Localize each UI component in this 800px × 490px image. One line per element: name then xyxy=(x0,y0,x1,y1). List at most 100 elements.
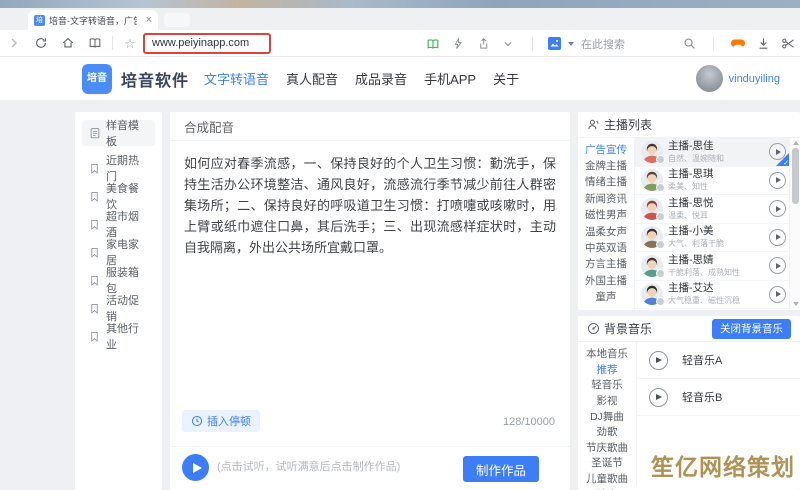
share-icon[interactable] xyxy=(474,35,492,53)
insert-pause-button[interactable]: 插入停顿 xyxy=(182,410,260,432)
search-input[interactable]: 在此搜索 xyxy=(581,36,673,52)
toolbar-divider xyxy=(112,36,113,50)
anchor-row[interactable]: 主播-思婧 干脆利落、成熟知性 xyxy=(635,252,789,281)
anchor-scrollbar[interactable] xyxy=(789,138,800,309)
sidebar-item-recent-hot[interactable]: 近期热门 xyxy=(75,154,162,182)
track-row[interactable]: 轻音乐B xyxy=(637,379,800,416)
track-play-button[interactable] xyxy=(649,388,668,407)
search-engine-caret-icon[interactable] xyxy=(568,42,574,46)
anchor-name: 主播-思婧 xyxy=(668,254,764,267)
address-bar[interactable]: www.peiyinapp.com xyxy=(143,33,271,54)
nav-finished-recordings[interactable]: 成品录音 xyxy=(355,69,407,88)
home-icon[interactable] xyxy=(59,34,77,52)
window-title-strip xyxy=(0,0,800,8)
anchor-name: 主播-思佳 xyxy=(668,140,764,153)
music-cat-local[interactable]: 本地音乐 xyxy=(578,346,636,362)
anchor-cat-ads[interactable]: 广告宣传 xyxy=(578,141,634,157)
anchor-cat-emotion[interactable]: 情绪主播 xyxy=(578,174,634,190)
music-cat-light[interactable]: 轻音乐 xyxy=(578,377,636,393)
scroll-up-icon[interactable] xyxy=(793,141,799,145)
track-play-button[interactable] xyxy=(649,351,668,370)
music-cat-uptempo[interactable]: 劲歌 xyxy=(578,424,636,440)
anchor-cat-gold[interactable]: 金牌主播 xyxy=(578,157,634,173)
anchor-row[interactable]: 主播-思悦 温柔、悦耳 xyxy=(635,195,789,224)
anchor-desc: 自然、温婉随和 xyxy=(668,153,764,164)
anchor-cat-bilingual[interactable]: 中英双语 xyxy=(578,239,634,255)
music-cat-christmas[interactable]: 圣诞节 xyxy=(578,455,636,471)
sidebar-header-label: 样音模板 xyxy=(106,117,148,149)
music-cat-recommended[interactable]: 推荐 xyxy=(578,362,636,378)
make-work-button[interactable]: 制作作品 xyxy=(463,456,539,482)
anchor-info: 主播-艾达 大气稳重、磁性沉稳 xyxy=(668,282,764,306)
nav-about[interactable]: 关于 xyxy=(493,69,519,88)
anchor-play-button[interactable] xyxy=(769,200,786,217)
anchor-cat-male[interactable]: 磁性男声 xyxy=(578,207,634,223)
anchor-play-button[interactable] xyxy=(769,286,786,303)
music-cat-children[interactable]: 儿童歌曲 xyxy=(578,471,636,487)
anchor-play-button[interactable] xyxy=(769,257,786,274)
search-engine-icon[interactable] xyxy=(548,37,561,50)
scroll-down-icon[interactable] xyxy=(793,302,799,306)
bookmark-icon xyxy=(89,219,100,230)
bookmark-icon xyxy=(89,331,100,342)
play-icon xyxy=(776,263,781,269)
anchor-row[interactable]: 主播-小美 大气、利落干脆 xyxy=(635,224,789,253)
anchor-play-button[interactable] xyxy=(769,172,786,189)
anchor-cat-dialect[interactable]: 方言主播 xyxy=(578,256,634,272)
template-sidebar: 样音模板 近期热门 美食餐饮 超市烟酒 家电家居 服装箱包 活动促销 其他行业 xyxy=(75,112,162,490)
anchor-cat-child[interactable]: 童声 xyxy=(578,289,634,305)
anchor-row[interactable]: 主播-思琪 柔美、知性 xyxy=(635,167,789,196)
nav-text-to-speech[interactable]: 文字转语音 xyxy=(204,69,269,88)
medal-badge-icon xyxy=(656,297,665,306)
tab-close-icon[interactable]: × xyxy=(146,15,152,26)
browser-tab[interactable]: 培音 培音-文字转语音，广告配音软 × xyxy=(28,10,158,30)
anchor-cat-female[interactable]: 温柔女声 xyxy=(578,223,634,239)
forward-icon[interactable] xyxy=(5,34,23,52)
anchor-person-icon xyxy=(587,118,600,131)
bookmark-icon xyxy=(89,191,100,202)
anchor-row[interactable]: 主播-艾达 大气稳重、磁性沉稳 xyxy=(635,281,789,310)
new-tab-button[interactable] xyxy=(164,13,190,27)
scrollbar-thumb[interactable] xyxy=(792,148,799,204)
nav-real-voice[interactable]: 真人配音 xyxy=(286,69,338,88)
sidebar-header-templates[interactable]: 样音模板 xyxy=(82,120,155,146)
anchor-info: 主播-思婧 干脆利落、成熟知性 xyxy=(668,254,764,278)
anchor-avatar xyxy=(641,226,663,248)
reading-list-icon[interactable] xyxy=(86,34,104,52)
username: vinduyiling xyxy=(729,73,780,85)
bookmark-star-icon[interactable]: ☆ xyxy=(121,34,139,52)
preview-play-button[interactable] xyxy=(182,454,209,481)
nav-mobile-app[interactable]: 手机APP xyxy=(424,69,476,88)
game-center-icon[interactable] xyxy=(729,35,747,53)
composer-textarea[interactable]: 如何应对春季流感，一、保持良好的个人卫生习惯：勤洗手，保持生活办公环境整洁、通风… xyxy=(170,141,570,270)
sidebar-item-appliances[interactable]: 家电家居 xyxy=(75,238,162,266)
download-icon[interactable] xyxy=(754,35,772,53)
app-logo[interactable]: 培音 xyxy=(82,64,112,94)
anchor-play-button[interactable] xyxy=(769,229,786,246)
track-row[interactable]: 轻音乐A xyxy=(637,342,800,379)
sidebar-item-supermarket[interactable]: 超市烟酒 xyxy=(75,210,162,238)
music-cat-dj[interactable]: DJ舞曲 xyxy=(578,408,636,424)
browser-toolbar: ☆ www.peiyinapp.com 在此搜索 xyxy=(0,30,800,57)
music-cat-film[interactable]: 影视 xyxy=(578,393,636,409)
screenshot-scissors-icon[interactable] xyxy=(779,35,797,53)
anchor-name: 主播-思悦 xyxy=(668,197,764,210)
music-cat-festival[interactable]: 节庆歌曲 xyxy=(578,440,636,456)
anchor-cat-foreign[interactable]: 外国主播 xyxy=(578,272,634,288)
music-cat-mixed[interactable]: 综合 xyxy=(578,486,636,490)
chevron-down-icon[interactable] xyxy=(499,35,517,53)
track-name: 轻音乐A xyxy=(682,352,722,368)
anchor-cat-news[interactable]: 新闻资讯 xyxy=(578,190,634,206)
sidebar-item-food[interactable]: 美食餐饮 xyxy=(75,182,162,210)
close-bgm-button[interactable]: 关闭背景音乐 xyxy=(712,319,791,339)
play-icon xyxy=(193,463,202,473)
search-icon[interactable] xyxy=(680,35,698,53)
anchor-row[interactable]: 主播-思佳 自然、温婉随和 ✓ xyxy=(635,138,789,167)
sidebar-item-promotions[interactable]: 活动促销 xyxy=(75,294,162,322)
refresh-icon[interactable] xyxy=(32,34,50,52)
reader-mode-icon[interactable] xyxy=(424,35,442,53)
user-account[interactable]: vinduyiling xyxy=(696,57,780,100)
sidebar-item-clothing[interactable]: 服装箱包 xyxy=(75,266,162,294)
flash-block-icon[interactable] xyxy=(449,35,467,53)
sidebar-item-other[interactable]: 其他行业 xyxy=(75,322,162,350)
